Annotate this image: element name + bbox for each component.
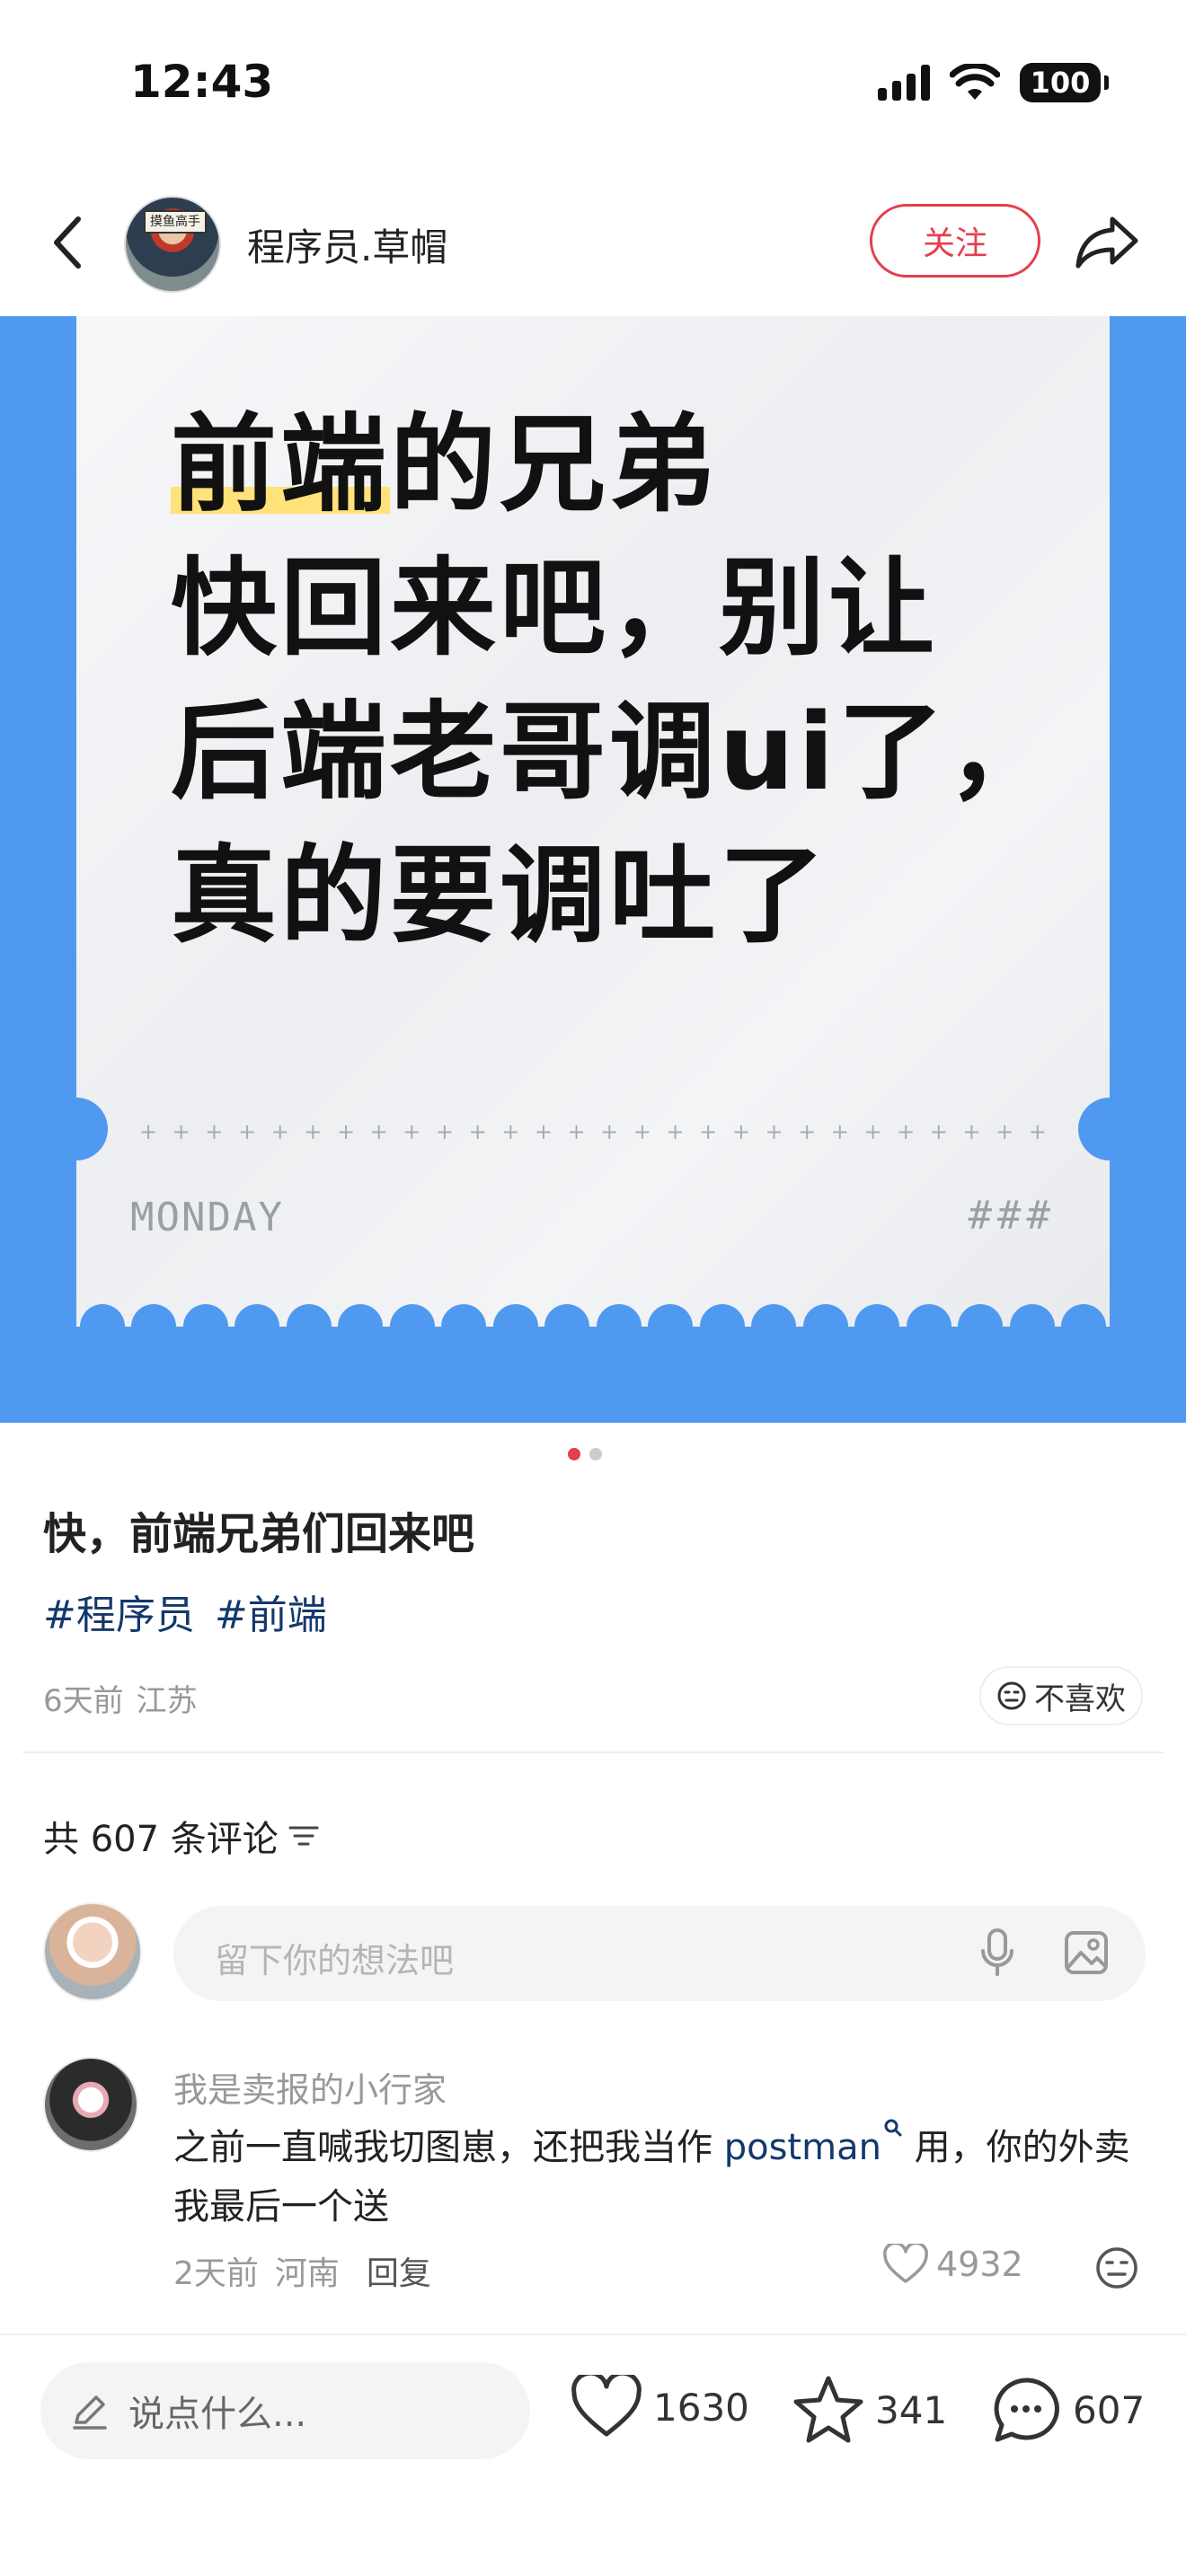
comment-location: 河南 bbox=[274, 2255, 340, 2292]
post-location: 江苏 bbox=[136, 1683, 198, 1719]
signal-icon bbox=[878, 65, 930, 101]
favorite-count: 341 bbox=[875, 2387, 948, 2432]
hero-line-3: 后端老哥调ui了， bbox=[171, 690, 1058, 814]
divider bbox=[22, 1751, 1164, 1753]
commenter-name[interactable]: 我是卖报的小行家 bbox=[173, 2062, 447, 2112]
comment-like-count: 4932 bbox=[936, 2245, 1023, 2284]
pager-dot-active bbox=[568, 1448, 580, 1460]
image-pager bbox=[568, 1448, 602, 1460]
back-button[interactable] bbox=[40, 207, 94, 278]
post-tags: #程序员 #前端 bbox=[43, 1583, 327, 1640]
status-icons: 100 bbox=[878, 63, 1109, 102]
comment-count[interactable]: 共 607 条评论 bbox=[43, 1810, 320, 1862]
author-name[interactable]: 程序员.草帽 bbox=[247, 217, 447, 272]
hero-line-1: 前端的兄弟 bbox=[171, 393, 1069, 536]
comment-text: 之前一直喊我切图崽，还把我当作 postman 用，你的外卖我最后一个送 bbox=[173, 2118, 1144, 2236]
tag-link[interactable]: #程序员 bbox=[43, 1583, 195, 1640]
back-arrow-icon bbox=[54, 216, 81, 269]
comment-button[interactable]: 607 bbox=[990, 2375, 1145, 2445]
comment-time: 2天前 bbox=[173, 2255, 259, 2292]
hero-highlight: 前端 bbox=[171, 402, 391, 526]
perforation-row: + + + + + + + + + + + + + + + + + + + + + + + + + + + + bbox=[139, 1119, 1047, 1144]
heart-icon bbox=[571, 2375, 642, 2437]
post-image[interactable]: 前端的兄弟 快回来吧，别让 后端老哥调ui了， 真的要调吐了 + + + + + + + + +… bbox=[0, 316, 1186, 1423]
hero-line-2: 快回来吧，别让 bbox=[171, 546, 939, 670]
author-avatar[interactable]: 摸鱼高手 bbox=[124, 196, 221, 293]
comment-dislike-button[interactable] bbox=[1094, 2245, 1139, 2294]
sort-icon bbox=[288, 1826, 319, 1846]
battery-icon: 100 bbox=[1020, 63, 1109, 102]
ticket-footer-right: ### bbox=[968, 1193, 1056, 1239]
my-avatar[interactable] bbox=[43, 1902, 142, 2001]
microphone-icon[interactable] bbox=[979, 1928, 1015, 1978]
comment-like-button[interactable]: 4932 bbox=[882, 2244, 1023, 2285]
comment-bubble-icon bbox=[994, 2378, 1059, 2442]
hero-text: 前端的兄弟 快回来吧，别让 后端老哥调ui了， 真的要调吐了 bbox=[171, 393, 1069, 967]
search-icon bbox=[884, 2119, 902, 2137]
avatar-sign: 摸鱼高手 bbox=[144, 210, 207, 234]
follow-button[interactable]: 关注 bbox=[870, 204, 1040, 278]
comment-text-before: 之前一直喊我切图崽，还把我当作 bbox=[173, 2127, 724, 2168]
comment-input[interactable]: 留下你的想法吧 bbox=[173, 1906, 1146, 2001]
comment-count-bottom: 607 bbox=[1073, 2387, 1146, 2432]
hero-line-1-rest: 的兄弟 bbox=[390, 402, 720, 526]
comment-count-label: 共 607 条评论 bbox=[43, 1819, 279, 1860]
tag-link[interactable]: #前端 bbox=[215, 1583, 327, 1640]
meh-face-icon bbox=[1096, 2247, 1137, 2289]
comment-link-text: postman bbox=[723, 2127, 881, 2168]
say-something-input[interactable]: 说点什么... bbox=[40, 2362, 530, 2459]
dislike-label: 不喜欢 bbox=[1034, 1681, 1126, 1717]
post-title: 快，前端兄弟们回来吧 bbox=[43, 1509, 475, 1559]
ticket-scallops bbox=[76, 1304, 1110, 1349]
wifi-icon bbox=[950, 64, 1000, 100]
commenter-avatar[interactable] bbox=[43, 2057, 138, 2152]
pencil-icon bbox=[73, 2395, 107, 2430]
ticket-card: 前端的兄弟 快回来吧，别让 后端老哥调ui了， 真的要调吐了 + + + + + + + + +… bbox=[45, 316, 1141, 1349]
comment-search-link[interactable]: postman bbox=[723, 2119, 903, 2168]
ticket-notch-right bbox=[1078, 1098, 1141, 1160]
heart-icon bbox=[883, 2244, 928, 2283]
share-button[interactable] bbox=[1071, 207, 1143, 278]
reply-button[interactable]: 回复 bbox=[367, 2247, 431, 2294]
hero-line-4: 真的要调吐了 bbox=[171, 834, 829, 957]
bottom-action-bar: 说点什么... 1630 341 607 bbox=[0, 2333, 1186, 2576]
comment-input-placeholder: 留下你的想法吧 bbox=[215, 1941, 455, 1981]
image-icon[interactable] bbox=[1063, 1929, 1110, 1976]
favorite-button[interactable]: 341 bbox=[792, 2375, 947, 2445]
status-bar: 12:43 100 bbox=[0, 0, 1186, 171]
battery-level: 100 bbox=[1030, 66, 1091, 100]
comment-meta: 2天前 河南 回复 bbox=[173, 2247, 431, 2294]
like-count: 1630 bbox=[653, 2385, 749, 2430]
post-meta: 6天前 江苏 bbox=[43, 1676, 198, 1720]
status-time: 12:43 bbox=[130, 56, 274, 108]
ticket-notch-left bbox=[45, 1098, 108, 1160]
post-header: 摸鱼高手 程序员.草帽 关注 bbox=[0, 180, 1186, 305]
meh-face-icon bbox=[997, 1681, 1026, 1710]
like-button[interactable]: 1630 bbox=[571, 2375, 749, 2439]
share-icon bbox=[1075, 216, 1138, 269]
star-icon bbox=[793, 2376, 863, 2443]
dislike-button[interactable]: 不喜欢 bbox=[979, 1666, 1143, 1725]
ticket-footer-left: MONDAY bbox=[130, 1195, 284, 1240]
post-time: 6天前 bbox=[43, 1683, 124, 1719]
pager-dot bbox=[589, 1448, 602, 1460]
say-something-placeholder: 说点什么... bbox=[128, 2394, 307, 2435]
